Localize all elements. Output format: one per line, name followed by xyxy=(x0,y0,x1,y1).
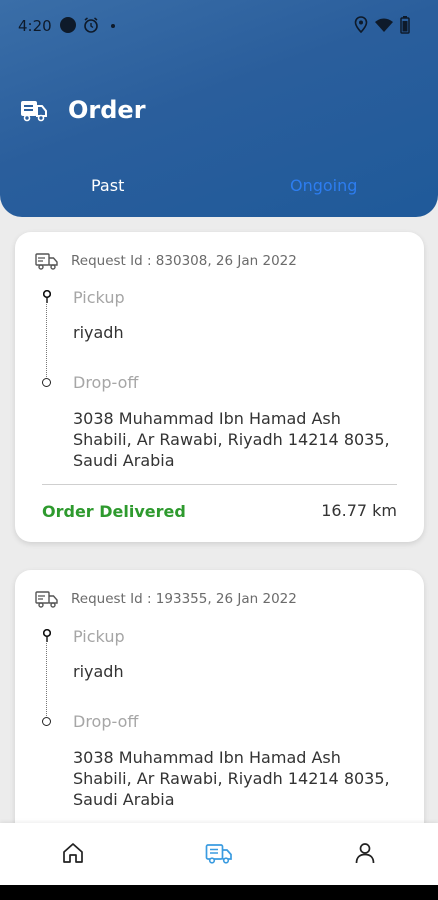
order-card[interactable]: Request Id : 830308, 26 Jan 2022 Pickup … xyxy=(15,232,424,542)
wifi-icon xyxy=(375,18,393,32)
pickup-pin-icon xyxy=(43,290,51,303)
route-line xyxy=(46,643,47,716)
dropoff-label: Drop-off xyxy=(73,373,139,392)
request-id: Request Id : 830308, 26 Jan 2022 xyxy=(71,253,297,269)
delivery-truck-icon xyxy=(35,591,58,608)
dropoff-dot-icon xyxy=(42,717,51,726)
bottom-navigation xyxy=(0,823,438,885)
pickup-address: riyadh xyxy=(73,323,124,342)
pickup-label: Pickup xyxy=(73,627,125,646)
page-title: Order xyxy=(68,96,146,124)
orders-truck-icon[interactable] xyxy=(205,842,233,864)
alarm-icon xyxy=(84,17,98,33)
request-row: Request Id : 830308, 26 Jan 2022 xyxy=(35,252,297,270)
notification-dot-icon xyxy=(60,17,76,33)
pickup-label: Pickup xyxy=(73,288,125,307)
order-distance: 16.77 km xyxy=(321,501,397,520)
route-line xyxy=(46,304,47,377)
request-id: Request Id : 193355, 26 Jan 2022 xyxy=(71,591,297,607)
profile-icon[interactable] xyxy=(355,842,375,864)
divider xyxy=(42,484,397,485)
truck-icon xyxy=(21,101,47,122)
pickup-address: riyadh xyxy=(73,662,124,681)
delivery-truck-icon xyxy=(35,253,58,270)
status-bar: 4:20 xyxy=(0,0,438,52)
battery-icon xyxy=(400,16,410,34)
header-title-row: Order xyxy=(20,96,146,124)
dropoff-label: Drop-off xyxy=(73,712,139,731)
dropoff-dot-icon xyxy=(42,378,51,387)
pickup-pin-icon xyxy=(43,629,51,642)
order-tabs: Past Ongoing xyxy=(0,176,438,198)
home-icon[interactable] xyxy=(62,842,84,864)
system-gesture-bar xyxy=(0,885,438,900)
tab-past[interactable]: Past xyxy=(91,176,124,195)
more-notifications-dot-icon xyxy=(111,24,115,28)
app-header: 4:20 Order Past Ongoing xyxy=(0,0,438,217)
dropoff-address: 3038 Muhammad Ibn Hamad Ash Shabili, Ar … xyxy=(73,409,390,470)
request-row: Request Id : 193355, 26 Jan 2022 xyxy=(35,590,297,608)
order-status: Order Delivered xyxy=(42,502,186,521)
tab-ongoing[interactable]: Ongoing xyxy=(290,176,357,195)
location-icon xyxy=(354,16,368,34)
status-time: 4:20 xyxy=(18,17,52,35)
dropoff-address: 3038 Muhammad Ibn Hamad Ash Shabili, Ar … xyxy=(73,748,390,809)
